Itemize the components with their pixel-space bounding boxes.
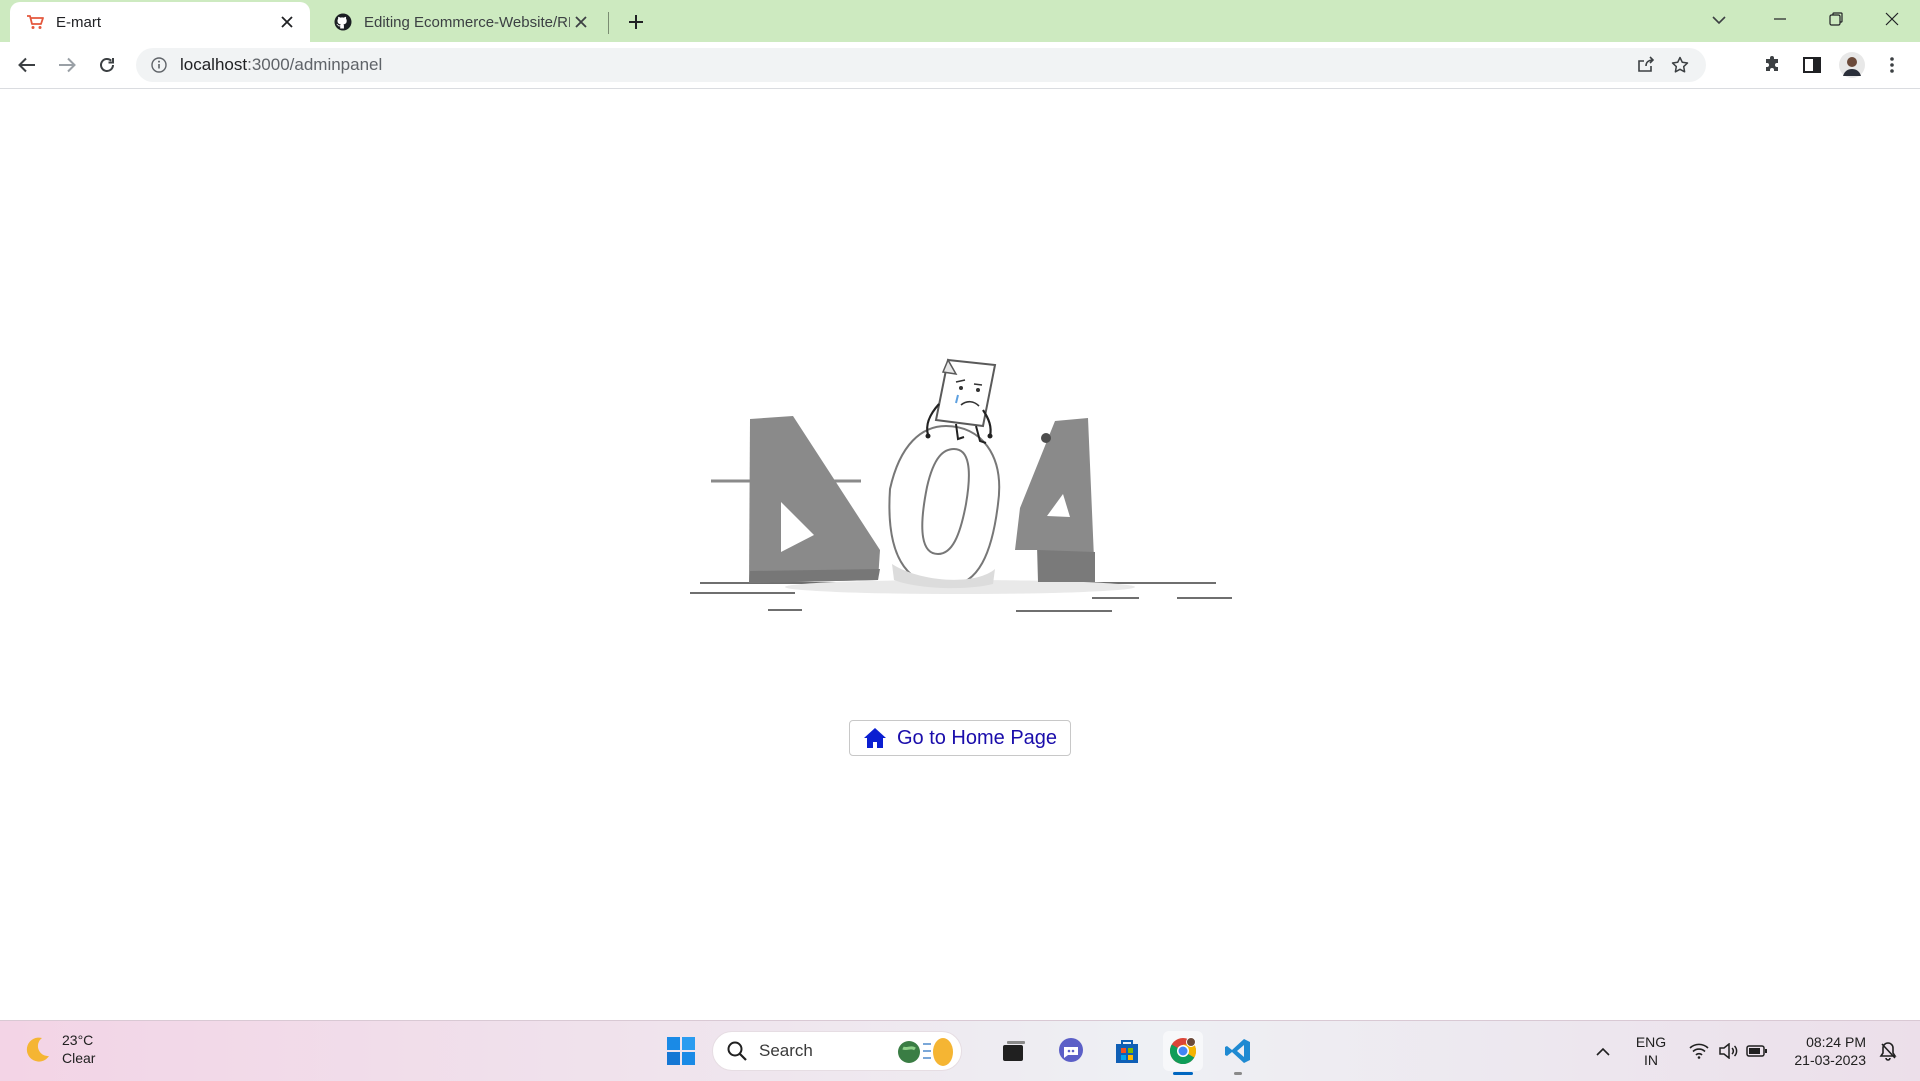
browser-tab-strip: E-mart Editing Ecommerce-Website/REA bbox=[0, 0, 1920, 42]
side-panel-icon bbox=[1803, 57, 1821, 73]
weather-widget[interactable]: 23°C Clear bbox=[22, 1031, 95, 1067]
search-highlight-icon bbox=[898, 1038, 953, 1066]
new-tab-button[interactable] bbox=[622, 8, 650, 36]
arrow-left-icon bbox=[18, 57, 35, 73]
url-text: localhost:3000/adminpanel bbox=[180, 55, 383, 74]
taskbar-teams-chat[interactable] bbox=[1051, 1031, 1091, 1071]
volume-status[interactable] bbox=[1716, 1031, 1740, 1071]
digit-zero bbox=[888, 424, 1001, 589]
browser-menu-button[interactable] bbox=[1876, 49, 1908, 81]
avatar-icon bbox=[1839, 52, 1865, 78]
task-view-icon bbox=[1003, 1041, 1025, 1061]
home-button-label: Go to Home Page bbox=[896, 726, 1058, 749]
input-language-indicator[interactable]: ENG IN bbox=[1630, 1033, 1672, 1069]
share-icon bbox=[1638, 56, 1655, 72]
tab-search-button[interactable] bbox=[1704, 6, 1734, 34]
taskbar-search-box[interactable]: Search bbox=[712, 1031, 962, 1071]
search-icon bbox=[727, 1041, 747, 1061]
site-info-icon[interactable] bbox=[150, 56, 168, 74]
chat-icon bbox=[1059, 1038, 1083, 1062]
notifications-button[interactable] bbox=[1874, 1031, 1902, 1071]
address-bar[interactable]: localhost:3000/adminpanel bbox=[136, 48, 1706, 82]
chevron-down-icon bbox=[1712, 16, 1726, 25]
back-button[interactable] bbox=[11, 49, 43, 81]
weather-condition: Clear bbox=[62, 1050, 96, 1066]
kebab-menu-icon bbox=[1890, 57, 1894, 73]
vscode-icon bbox=[1225, 1039, 1250, 1063]
minimize-button[interactable] bbox=[1752, 0, 1808, 38]
speaker-icon bbox=[1719, 1043, 1738, 1059]
restore-button[interactable] bbox=[1808, 0, 1864, 38]
vscode-running-indicator bbox=[1234, 1072, 1242, 1075]
weather-temperature: 23°C bbox=[62, 1032, 94, 1048]
windows-taskbar: 23°C Clear Search ENG IN 08:24 PM 21-03-… bbox=[0, 1020, 1920, 1081]
moon-icon bbox=[26, 1037, 49, 1062]
bookmark-button[interactable] bbox=[1666, 52, 1694, 78]
wifi-icon bbox=[1689, 1043, 1709, 1059]
extensions-button[interactable] bbox=[1756, 49, 1788, 81]
close-tab-icon[interactable] bbox=[276, 11, 298, 33]
chrome-icon bbox=[1169, 1037, 1197, 1065]
taskbar-task-view[interactable] bbox=[994, 1031, 1034, 1071]
clock-date: 21-03-2023 bbox=[1794, 1052, 1866, 1068]
window-controls bbox=[1752, 0, 1920, 42]
side-panel-button[interactable] bbox=[1796, 49, 1828, 81]
arrow-right-icon bbox=[59, 57, 76, 73]
battery-status[interactable] bbox=[1744, 1031, 1770, 1071]
error-404-illustration bbox=[680, 264, 1240, 624]
digit-four-right bbox=[1015, 418, 1095, 582]
tab-emart[interactable]: E-mart bbox=[10, 2, 310, 42]
cart-favicon-icon bbox=[26, 13, 44, 31]
chevron-up-icon bbox=[1596, 1047, 1610, 1056]
wifi-status[interactable] bbox=[1686, 1031, 1712, 1071]
system-clock[interactable]: 08:24 PM 21-03-2023 bbox=[1782, 1033, 1866, 1069]
notification-bell-icon bbox=[1879, 1042, 1897, 1061]
forward-button[interactable] bbox=[51, 49, 83, 81]
clock-time: 08:24 PM bbox=[1806, 1034, 1866, 1050]
share-button[interactable] bbox=[1632, 52, 1660, 78]
taskbar-microsoft-store[interactable] bbox=[1107, 1031, 1147, 1071]
tab-separator bbox=[608, 12, 609, 34]
puzzle-icon bbox=[1766, 56, 1778, 71]
reload-button[interactable] bbox=[91, 49, 123, 81]
plus-icon bbox=[629, 15, 643, 29]
store-icon bbox=[1116, 1040, 1138, 1063]
close-tab-icon[interactable] bbox=[570, 11, 592, 33]
restore-icon bbox=[1829, 12, 1843, 26]
star-icon bbox=[1671, 56, 1689, 73]
tab-github-editing[interactable]: Editing Ecommerce-Website/REA bbox=[318, 2, 604, 42]
github-icon bbox=[334, 13, 352, 31]
home-icon bbox=[863, 727, 887, 749]
minimize-icon bbox=[1774, 18, 1786, 20]
taskbar-chrome[interactable] bbox=[1163, 1031, 1203, 1071]
chrome-running-indicator bbox=[1173, 1072, 1193, 1075]
browser-toolbar: localhost:3000/adminpanel bbox=[0, 42, 1920, 89]
close-window-button[interactable] bbox=[1864, 0, 1920, 38]
digit-four-left bbox=[711, 416, 880, 583]
tab-title: Editing Ecommerce-Website/REA bbox=[364, 13, 570, 31]
reload-icon bbox=[100, 58, 114, 72]
search-label: Search bbox=[759, 1041, 813, 1060]
tab-title: E-mart bbox=[56, 13, 101, 31]
page-content: Go to Home Page bbox=[0, 89, 1920, 1020]
battery-icon bbox=[1746, 1045, 1767, 1057]
windows-logo-icon bbox=[667, 1037, 695, 1065]
go-to-home-page-button[interactable]: Go to Home Page bbox=[849, 720, 1071, 756]
profile-avatar[interactable] bbox=[1836, 49, 1868, 81]
close-icon bbox=[1885, 12, 1899, 26]
taskbar-vscode[interactable] bbox=[1218, 1031, 1258, 1071]
start-button[interactable] bbox=[661, 1031, 701, 1071]
show-hidden-icons-button[interactable] bbox=[1594, 1031, 1612, 1071]
